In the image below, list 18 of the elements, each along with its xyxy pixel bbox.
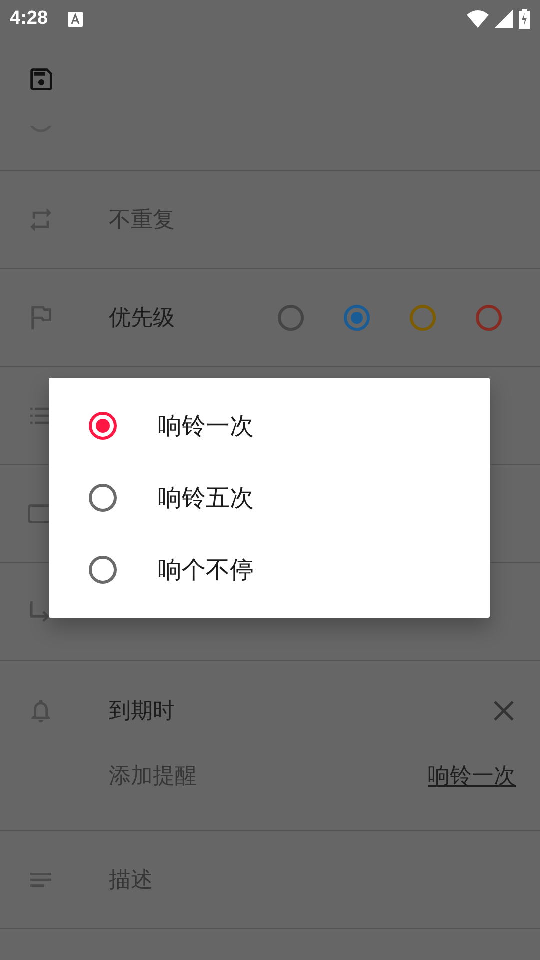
battery-charging-icon: [519, 9, 530, 29]
keyboard-a-icon: [68, 12, 84, 26]
radio-button[interactable]: [89, 556, 117, 584]
priority-radio[interactable]: [476, 304, 502, 330]
due-label: 到期时: [109, 698, 175, 726]
wifi-icon: [467, 10, 489, 28]
priority-radio[interactable]: [410, 304, 436, 330]
ring-option[interactable]: 响铃一次: [49, 390, 490, 462]
radio-button[interactable]: [89, 484, 117, 512]
ring-option[interactable]: 响个不停: [49, 534, 490, 606]
priority-radio[interactable]: [344, 304, 370, 330]
signal-icon: [495, 10, 513, 28]
radio-button[interactable]: [89, 412, 117, 440]
status-time: 4:28: [10, 8, 48, 30]
close-icon[interactable]: [492, 699, 516, 723]
ring-option[interactable]: 响铃五次: [49, 462, 490, 534]
priority-radio[interactable]: [278, 304, 304, 330]
priority-label: 优先级: [109, 304, 175, 332]
